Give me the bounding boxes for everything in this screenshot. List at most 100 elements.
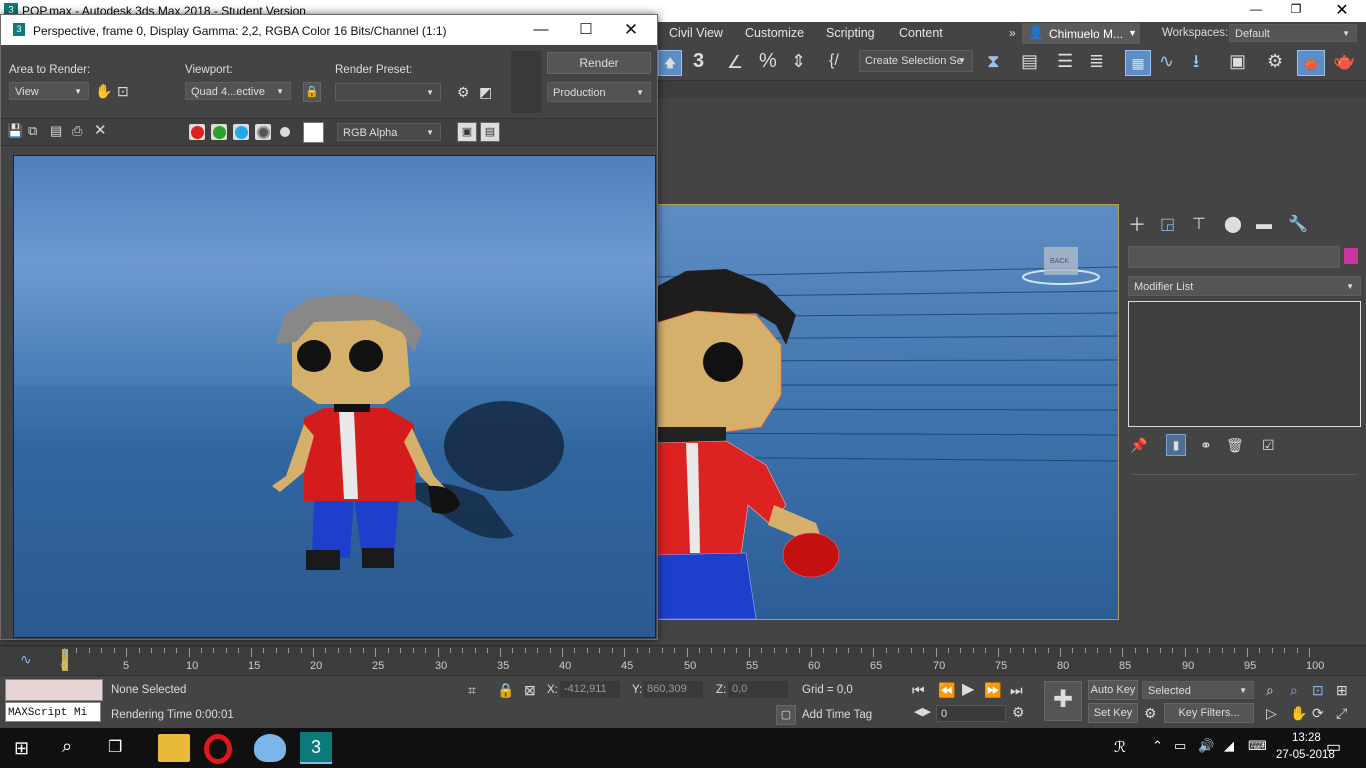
curve-editor-mini-icon[interactable]: ∿ xyxy=(20,650,32,668)
zoom-icon[interactable]: ⌕ xyxy=(1266,681,1274,699)
create-tab-icon[interactable]: ＋ xyxy=(1128,216,1146,234)
auto-region-icon[interactable]: ⊡ xyxy=(117,82,129,100)
pan-icon[interactable]: ✋ xyxy=(1290,704,1307,722)
maximize-viewport-icon[interactable]: ⤢ xyxy=(1336,704,1347,722)
file-explorer-icon[interactable] xyxy=(158,734,190,762)
absolute-mode-icon[interactable]: ⊠ xyxy=(524,681,536,699)
time-config-icon[interactable]: ⚙ xyxy=(1012,703,1025,721)
snap-3d-icon[interactable]: 3 xyxy=(693,51,704,71)
language-icon[interactable]: ⌨ xyxy=(1248,738,1267,754)
lock-selection-icon[interactable]: 🔒 xyxy=(497,681,514,699)
paint-icon[interactable] xyxy=(254,734,286,762)
curve-editor-icon[interactable]: ∿ xyxy=(1159,52,1174,70)
key-mode-icon[interactable]: ◀▶ xyxy=(914,703,931,721)
task-view-icon[interactable]: ❐ xyxy=(108,737,122,757)
render-preset-dropdown[interactable]: ▼ xyxy=(335,83,441,101)
menu-content[interactable]: Content xyxy=(899,26,943,40)
production-dropdown[interactable]: Production ▼ xyxy=(547,82,651,102)
next-frame-icon[interactable]: ⏩ xyxy=(984,681,1001,699)
layer-explorer-icon[interactable]: ≣ xyxy=(1089,52,1104,70)
utilities-tab-icon[interactable]: 🔧 xyxy=(1288,216,1308,234)
modifier-stack[interactable] xyxy=(1128,301,1361,427)
key-filters-icon[interactable]: ⚙ xyxy=(1144,704,1157,722)
3ds-max-taskbar-icon[interactable]: 3 xyxy=(300,732,332,764)
render-production-icon[interactable]: 🫖 xyxy=(1333,52,1355,70)
zoom-all-icon[interactable]: ⌕ xyxy=(1290,681,1298,699)
windows-start-icon[interactable]: ⊞ xyxy=(14,738,34,758)
render-close-icon[interactable]: ✕ xyxy=(611,19,651,41)
object-name-field[interactable] xyxy=(1128,246,1340,268)
pin-stack-icon[interactable]: 📌 xyxy=(1130,436,1147,454)
current-frame-spinner[interactable]: 0 xyxy=(936,705,1006,722)
angle-snap-icon[interactable]: ∠ xyxy=(727,53,743,71)
area-to-render-dropdown[interactable]: View ▼ xyxy=(9,82,89,100)
save-image-icon[interactable]: 💾 xyxy=(7,122,23,140)
isolate-selection-icon[interactable]: ⌗ xyxy=(468,681,476,699)
restore-icon[interactable]: ❐ xyxy=(1276,2,1316,16)
toggle-ui-overlay-button[interactable]: ▣ xyxy=(457,122,477,142)
motion-tab-icon[interactable]: ⬤ xyxy=(1224,216,1242,234)
menu-scripting[interactable]: Scripting xyxy=(826,26,875,40)
x-coord-field[interactable]: -412,911 xyxy=(560,681,620,698)
modifier-list-dropdown[interactable]: Modifier List ▼ xyxy=(1128,276,1361,296)
key-filters-button[interactable]: Key Filters... xyxy=(1164,703,1254,723)
render-maximize-icon[interactable]: ☐ xyxy=(566,19,606,41)
menu-civil-view[interactable]: Civil View xyxy=(669,26,723,40)
set-keys-button[interactable]: ✚ xyxy=(1044,681,1082,721)
set-key-button[interactable]: Set Key xyxy=(1088,703,1138,723)
play-icon[interactable]: ▶ xyxy=(962,681,974,699)
clone-window-icon[interactable]: ▤ xyxy=(50,122,62,140)
display-tab-icon[interactable]: ▬ xyxy=(1256,216,1272,234)
z-coord-field[interactable]: 0,0 xyxy=(728,681,788,698)
menu-customize[interactable]: Customize xyxy=(745,26,804,40)
spinner-snap-icon[interactable]: ⇕ xyxy=(791,52,806,70)
edit-named-selection-icon[interactable]: {/ xyxy=(829,52,839,70)
scene-explorer-icon[interactable]: ☰ xyxy=(1057,52,1073,70)
material-editor-icon[interactable]: ▣ xyxy=(1229,52,1246,70)
people-icon[interactable]: ℛ xyxy=(1114,738,1126,756)
minimize-icon[interactable]: — xyxy=(1236,2,1276,16)
select-object-button[interactable]: 🡅 xyxy=(658,50,682,76)
environment-icon[interactable]: ◩ xyxy=(479,83,492,101)
rendered-frame-window-button[interactable]: 🫖 xyxy=(1297,50,1325,76)
hierarchy-tab-icon[interactable]: ⊤ xyxy=(1192,216,1206,234)
color-swatch[interactable] xyxy=(303,122,324,143)
perspective-viewport[interactable]: BACK xyxy=(655,204,1119,620)
workspaces-dropdown[interactable]: Default ▼ xyxy=(1229,24,1357,42)
modify-tab-icon[interactable]: ◲ xyxy=(1160,216,1175,234)
go-to-start-icon[interactable]: ⏮ xyxy=(912,681,925,699)
user-account[interactable]: 👤 Chimuelo M... ▼ xyxy=(1022,23,1140,44)
previous-frame-icon[interactable]: ⏪ xyxy=(938,681,955,699)
selection-set-dropdown[interactable]: Create Selection Se ▼ xyxy=(859,50,973,72)
zoom-extents-icon[interactable]: ⊡ xyxy=(1312,681,1324,699)
mirror-icon[interactable]: ⧗ xyxy=(987,52,1000,70)
go-to-end-icon[interactable]: ⏭ xyxy=(1010,681,1023,699)
ribbon-toggle-button[interactable]: ▦ xyxy=(1125,50,1151,76)
print-image-icon[interactable]: ⎙ xyxy=(72,122,82,140)
selected-dropdown[interactable]: Selected ▼ xyxy=(1142,681,1254,699)
action-center-icon[interactable]: ▭ xyxy=(1326,737,1341,757)
render-minimize-icon[interactable]: — xyxy=(521,19,561,41)
render-setup-icon[interactable]: ⚙ xyxy=(1267,52,1283,70)
viewport-dropdown[interactable]: Quad 4...ective ▼ xyxy=(185,82,291,100)
make-unique-icon[interactable]: ⚭ xyxy=(1200,436,1212,454)
align-icon[interactable]: ▤ xyxy=(1021,52,1038,70)
maxscript-mini-listener[interactable]: MAXScript Mi xyxy=(5,702,101,722)
edit-region-icon[interactable]: ✋ xyxy=(95,82,112,100)
toggle-ui-button[interactable]: ▤ xyxy=(480,122,500,142)
render-button[interactable]: Render xyxy=(547,52,651,74)
search-icon[interactable]: ⌕ xyxy=(62,736,72,757)
network-icon[interactable]: ◢ xyxy=(1224,738,1234,754)
copy-image-icon[interactable]: ⧉ xyxy=(28,122,37,140)
orbit-icon[interactable]: ⟳ xyxy=(1312,704,1324,722)
remove-modifier-icon[interactable]: 🗑 xyxy=(1226,436,1244,454)
tray-overflow-icon[interactable]: ⌃ xyxy=(1152,738,1163,754)
clear-image-icon[interactable]: ✕ xyxy=(94,122,107,140)
auto-key-button[interactable]: Auto Key xyxy=(1088,680,1138,700)
maxscript-listener-field[interactable] xyxy=(5,679,103,701)
volume-icon[interactable]: 🔊 xyxy=(1198,738,1214,754)
percent-snap-icon[interactable]: % xyxy=(759,51,777,71)
object-color-swatch[interactable] xyxy=(1344,248,1358,264)
time-slider-track[interactable]: ∿ 0 5 10 15 20 25 30 35 40 45 50 55 60 65 70 75 80 85 90 95… xyxy=(0,645,1366,676)
render-setup-icon[interactable]: ⚙ xyxy=(457,83,470,101)
